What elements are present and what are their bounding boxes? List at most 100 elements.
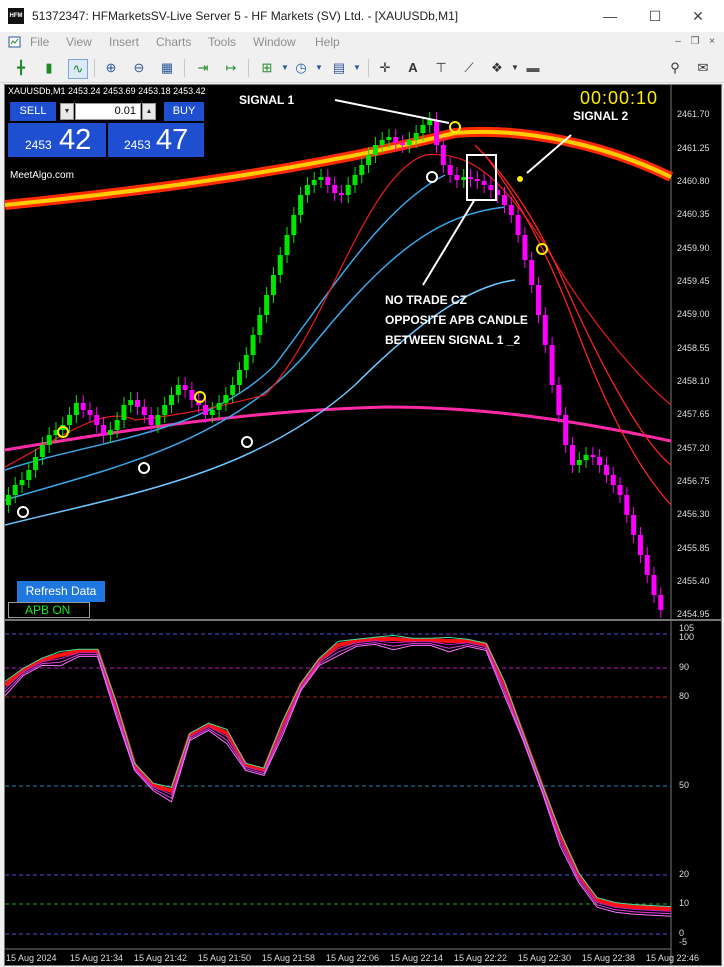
chart-shift-icon[interactable]: ↦: [222, 59, 240, 77]
templates-icon[interactable]: ▤: [330, 59, 348, 77]
text-label-icon[interactable]: ⊤: [432, 59, 450, 77]
candle-body: [420, 125, 426, 133]
indicator-tick: 90: [679, 662, 690, 672]
candle-body: [135, 400, 141, 407]
time-tick: 15 Aug 21:42: [134, 953, 188, 963]
ask-price-button[interactable]: 2453 47: [108, 123, 204, 157]
sell-button[interactable]: SELL: [10, 102, 56, 121]
menu-insert[interactable]: Insert: [109, 35, 139, 49]
candle-body: [12, 485, 18, 495]
candle-body: [277, 255, 283, 275]
price-tick: 2459.45: [677, 276, 710, 286]
volume-increase-icon[interactable]: ▲: [142, 103, 156, 120]
candle-body: [236, 370, 242, 385]
refresh-data-button[interactable]: Refresh Data: [17, 581, 105, 602]
volume-decrease-icon[interactable]: ▼: [60, 103, 74, 120]
document-icon[interactable]: [8, 35, 22, 49]
price-tick: 2459.90: [677, 243, 710, 253]
close-icon[interactable]: ✕: [688, 6, 708, 26]
candle-body: [454, 175, 460, 180]
mdi-minimize-icon[interactable]: –: [672, 36, 684, 48]
zoom-out-icon[interactable]: ⊖: [130, 59, 148, 77]
text-tool-icon[interactable]: A: [404, 59, 422, 77]
chevron-down-icon[interactable]: ▼: [506, 59, 524, 77]
bid-price-button[interactable]: 2453 42: [8, 123, 106, 157]
bar-chart-icon[interactable]: ╋: [12, 59, 30, 77]
candle-body: [284, 235, 290, 255]
candlestick-icon[interactable]: ▮: [40, 59, 58, 77]
menu-file[interactable]: File: [30, 35, 49, 49]
candle-body: [73, 403, 79, 415]
candle-body: [114, 420, 120, 430]
time-tick: 15 Aug 22:14: [390, 953, 444, 963]
indicator-tick: 50: [679, 780, 690, 790]
chevron-down-icon[interactable]: ▼: [348, 59, 366, 77]
indicators-icon[interactable]: ⊞: [258, 59, 276, 77]
candle-body: [379, 140, 385, 145]
candle-body: [338, 193, 344, 195]
note-arrow: [422, 198, 476, 286]
candle-body: [535, 285, 541, 315]
candle-body: [345, 185, 351, 195]
candle-body: [107, 430, 113, 435]
price-tick: 2461.70: [677, 109, 710, 119]
mdi-close-icon[interactable]: ×: [706, 36, 718, 48]
apb-status-label[interactable]: APB ON: [8, 602, 90, 618]
app-logo-icon: HFM: [8, 8, 24, 24]
candle-body: [569, 445, 575, 465]
time-tick: 15 Aug 22:06: [326, 953, 380, 963]
menu-view[interactable]: View: [66, 35, 92, 49]
price-tick: 2455.85: [677, 543, 710, 553]
oscillator-line: [5, 642, 672, 915]
candle-body: [508, 205, 514, 215]
menu-charts[interactable]: Charts: [156, 35, 191, 49]
candle-body: [298, 195, 304, 215]
candle-body: [366, 155, 372, 165]
toolbar-separator: [94, 59, 95, 77]
time-tick: 15 Aug 22:46: [646, 953, 700, 963]
indicator-tick: 10: [679, 898, 690, 908]
candle-body: [257, 315, 263, 335]
chevron-down-icon[interactable]: ▼: [310, 59, 328, 77]
candle-body: [332, 185, 338, 193]
candle-body: [223, 395, 229, 403]
toolbar: ╋ ▮ ∿ ⊕ ⊖ ▦ ⇥ ↦ ⊞ ▼ ◷ ▼ ▤ ▼ ✛ A ⊤ ⟋ ❖ ▼ …: [0, 54, 724, 83]
candle-body: [26, 470, 32, 480]
tile-windows-icon[interactable]: ▦: [158, 59, 176, 77]
candle-body: [175, 385, 181, 395]
chat-icon[interactable]: ✉: [694, 59, 712, 77]
periods-clock-icon[interactable]: ◷: [292, 59, 310, 77]
shapes-icon[interactable]: ❖: [488, 59, 506, 77]
candle-body: [617, 485, 623, 495]
volume-input[interactable]: 0.01: [75, 103, 141, 120]
candle-body: [19, 480, 25, 485]
eraser-icon[interactable]: ▬: [524, 59, 542, 77]
indicator-tick: 100: [679, 632, 695, 642]
indicator-tick: 80: [679, 691, 690, 701]
zoom-in-icon[interactable]: ⊕: [102, 59, 120, 77]
candle-body: [406, 140, 412, 145]
candle-body: [658, 595, 664, 610]
candle-body: [325, 177, 331, 185]
buy-signal-marker: [17, 506, 29, 518]
autoscroll-icon[interactable]: ⇥: [194, 59, 212, 77]
maximize-icon[interactable]: ☐: [645, 6, 665, 26]
candle-body: [434, 120, 440, 145]
crosshair-icon[interactable]: ✛: [376, 59, 394, 77]
candle-body: [386, 137, 392, 140]
minimize-icon[interactable]: —: [600, 6, 620, 26]
mdi-restore-icon[interactable]: ❐: [689, 36, 701, 48]
trendline-icon[interactable]: ⟋: [460, 59, 478, 77]
menu-tools[interactable]: Tools: [208, 35, 236, 49]
search-icon[interactable]: ⚲: [666, 59, 684, 77]
menu-window[interactable]: Window: [253, 35, 296, 49]
candle-body: [447, 165, 453, 175]
line-chart-icon[interactable]: ∿: [68, 59, 88, 79]
candle-body: [39, 445, 45, 457]
buy-button[interactable]: BUY: [164, 102, 204, 121]
candle-body: [474, 179, 480, 181]
menu-help[interactable]: Help: [315, 35, 340, 49]
chart-area[interactable]: [4, 84, 722, 966]
candle-body: [644, 555, 650, 575]
price-tick: 2459.00: [677, 309, 710, 319]
